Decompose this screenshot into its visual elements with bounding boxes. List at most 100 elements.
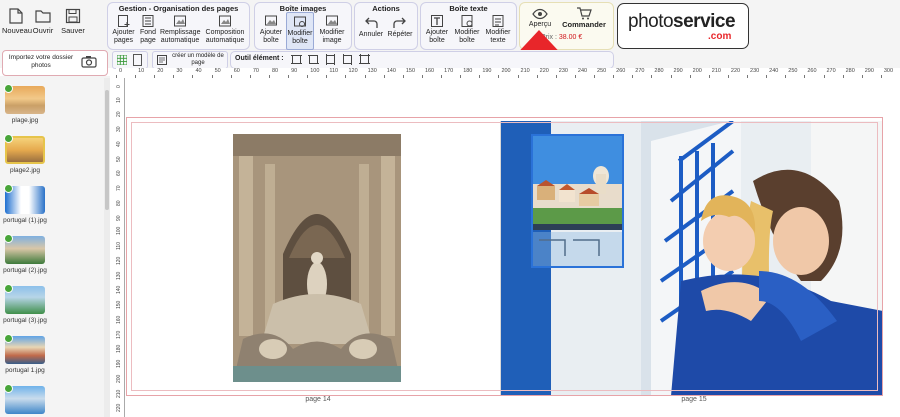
grid-view-icon[interactable]: [117, 55, 127, 65]
undo-button[interactable]: Annuler: [357, 16, 385, 39]
align-tool-4-icon[interactable]: [342, 54, 353, 65]
save-button[interactable]: Sauver: [59, 8, 87, 35]
ruler-tick-label: 70: [252, 68, 259, 74]
ruler-tick-label: 210: [711, 68, 721, 74]
ruler-tick-label: 230: [558, 68, 568, 74]
page-background-icon: [142, 15, 154, 27]
align-tool-1-icon[interactable]: [291, 54, 302, 65]
redo-icon: [393, 17, 406, 28]
photo-item-1[interactable]: plage.jpg: [0, 84, 52, 129]
photo-label: plage2.jpg: [10, 167, 40, 174]
used-check-icon: [4, 84, 13, 93]
add-pages-icon: [117, 15, 129, 27]
order-button[interactable]: Commander: [562, 7, 606, 29]
ruler-tick-label: 50: [214, 68, 221, 74]
photo-item-3[interactable]: portugal (1).jpg: [0, 184, 52, 229]
auto-fill-button[interactable]: Remplissage automatique: [160, 14, 200, 45]
add-text-box-label: Ajouter boîte: [425, 29, 449, 44]
ruler-tick-label: 100: [310, 68, 320, 74]
edit-image-box-button[interactable]: Modifier boîte: [286, 12, 314, 50]
undo-label: Annuler: [358, 31, 384, 38]
ruler-tick-label: 270: [826, 68, 836, 74]
ruler-tick-label: 30: [176, 68, 183, 74]
add-pages-label: Ajouter pages: [112, 29, 135, 44]
element-tool-label: Outil élément :: [235, 55, 284, 62]
ruler-tick-label: 250: [788, 68, 798, 74]
ruler-tick-label: 50: [116, 156, 122, 162]
add-text-box-button[interactable]: Ajouter boîte: [423, 14, 451, 45]
page-background-button[interactable]: Fond page: [138, 14, 158, 45]
preview-button[interactable]: Aperçu: [526, 8, 554, 29]
group-image-box: Boîte images Ajouter boîte Modifier boît…: [254, 2, 352, 50]
add-pages-button[interactable]: Ajouter pages: [111, 14, 136, 45]
add-image-box-label: Ajouter boîte: [259, 29, 283, 44]
edit-image-button[interactable]: Modifier image: [316, 14, 348, 45]
photoservice-logo[interactable]: photoservice .com: [617, 3, 749, 49]
ruler-tick-label: 60: [233, 68, 240, 74]
page-view-icon[interactable]: [133, 54, 142, 66]
align-tool-2-icon[interactable]: [308, 54, 319, 65]
ruler-tick-label: 240: [769, 68, 779, 74]
auto-compose-button[interactable]: Composition automatique: [202, 14, 248, 45]
edit-image-box-icon: [294, 16, 306, 27]
ruler-tick-label: 60: [116, 170, 122, 177]
logo-text-service: service: [673, 11, 736, 32]
ruler-tick-label: 80: [271, 68, 279, 74]
photo-item-4[interactable]: portugal (2).jpg: [0, 234, 52, 279]
ruler-tick-label: 270: [635, 68, 645, 74]
auto-fill-label: Remplissage automatique: [160, 29, 201, 44]
logo-suffix: .com: [708, 31, 732, 42]
open-button[interactable]: Ouvrir: [30, 8, 56, 35]
ruler-tick-label: 20: [116, 111, 122, 118]
photo-label: portugal 1.jpg: [5, 367, 45, 374]
redo-label: Répéter: [387, 31, 413, 38]
new-button[interactable]: Nouveau: [2, 8, 32, 35]
ruler-tick-label: 200: [116, 374, 122, 383]
align-tool-5-icon[interactable]: [359, 54, 370, 65]
lisbon-photo-frame[interactable]: [531, 134, 624, 268]
logo-text-photo: photo: [628, 11, 674, 32]
ruler-tick-label: 120: [116, 256, 122, 265]
ruler-tick-label: 210: [520, 68, 530, 74]
page-background-label: Fond page: [140, 29, 156, 44]
undo-icon: [365, 17, 378, 28]
page-left-label: page 14: [305, 396, 331, 403]
edit-image-icon: [326, 15, 338, 26]
photo-label: portugal (2).jpg: [3, 267, 47, 274]
edit-text-box-button[interactable]: Modifier boîte: [453, 14, 481, 45]
save-icon: [65, 8, 81, 24]
ruler-tick-label: 280: [845, 68, 855, 74]
scrollbar-thumb[interactable]: [105, 90, 109, 210]
fountain-photo-frame[interactable]: [233, 134, 401, 382]
add-image-box-button[interactable]: Ajouter boîte: [258, 14, 284, 45]
photo-item-5[interactable]: portugal (3).jpg: [0, 284, 52, 329]
ruler-tick-label: 190: [482, 68, 492, 74]
used-check-icon: [4, 384, 13, 393]
ruler-tick-label: 160: [116, 315, 122, 324]
ruler-tick-label: 200: [501, 68, 511, 74]
photo-item-7[interactable]: [0, 384, 52, 417]
main-toolbar: Nouveau Ouvrir Sauver Gestion - Organisa…: [0, 0, 900, 51]
redo-button[interactable]: Répéter: [385, 16, 415, 39]
used-check-icon: [4, 184, 13, 193]
ruler-tick-label: 130: [367, 68, 377, 74]
ruler-tick-label: 240: [577, 68, 588, 74]
eye-icon: [532, 8, 548, 20]
create-template-button[interactable]: créer un modèle de page: [152, 51, 228, 69]
ruler-tick-label: 20: [157, 68, 164, 74]
ruler-tick-label: 220: [116, 403, 122, 413]
align-tool-3-icon[interactable]: [325, 54, 336, 65]
import-photos-label: Importez votre dossier photos: [8, 54, 74, 69]
ruler-tick-label: 290: [864, 68, 874, 74]
logo-wordmark: photoservice: [628, 11, 736, 33]
photo-item-2[interactable]: plage2.jpg: [0, 134, 52, 179]
group-actions-title: Actions: [372, 4, 400, 13]
photo-panel-scrollbar[interactable]: [104, 78, 110, 417]
vertical-ruler: 0 10 20 30 40 50 60 70 80 90 100 110 120 130 140 150 160…: [116, 78, 125, 417]
auto-compose-label: Composition automatique: [205, 29, 245, 44]
used-check-icon: [4, 334, 13, 343]
import-photos-button[interactable]: Importez votre dossier photos: [2, 50, 108, 76]
ruler-tick-label: 0: [119, 68, 123, 74]
used-check-icon: [4, 134, 13, 143]
photo-item-6[interactable]: portugal 1.jpg: [0, 334, 52, 379]
